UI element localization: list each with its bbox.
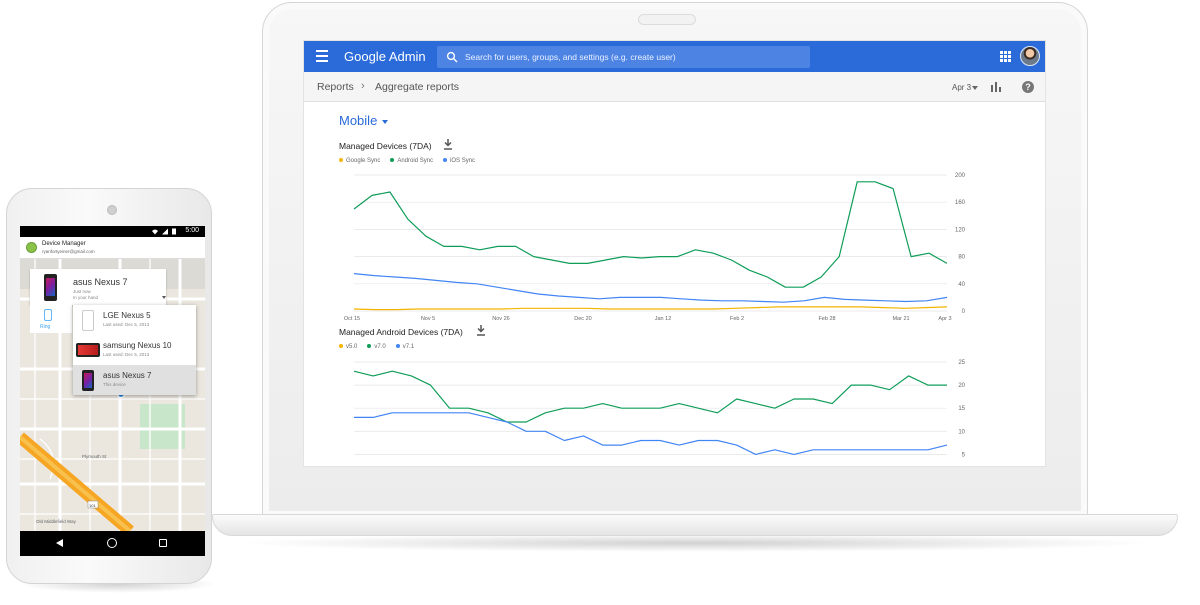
highway-shield: 101 — [89, 503, 96, 508]
device-thumbnail — [82, 370, 94, 391]
x-tick-label: Nov 26 — [492, 316, 509, 322]
device-menu-item-name: LGE Nexus 5 — [103, 311, 151, 320]
status-icons — [152, 228, 176, 235]
y-tick-label: 15 — [958, 406, 965, 412]
home-icon[interactable] — [107, 538, 117, 548]
charts-canvas: 0 40 80 120 160 200 Oct 15 Nov 5 Nov 26 Dec 20 Jan… — [344, 173, 966, 458]
y-tick-label: 5 — [962, 452, 966, 458]
device-menu-item-sub: Last used: Dec 5, 2013 — [103, 322, 150, 327]
map-label-plymouth: Plymouth St — [82, 454, 107, 459]
x-tick-label: Apr 3 — [938, 316, 951, 322]
y-tick-label: 120 — [955, 227, 966, 233]
android-nav-bar — [20, 531, 205, 556]
x-tick-label: Feb 28 — [818, 316, 835, 322]
selected-device-last-seen: Just now — [73, 289, 91, 294]
series-line-android-sync — [353, 181, 948, 288]
y-tick-label: 40 — [958, 282, 965, 288]
device-menu-item-samsung-nexus-10[interactable]: samsung Nexus 10 Last used: Dec 5, 2013 — [73, 335, 196, 365]
device-menu-item-sub: This device — [103, 382, 126, 387]
y-tick-label: 25 — [958, 360, 965, 366]
device-menu-item-sub: Last used: Dec 5, 2013 — [103, 352, 150, 357]
device-menu-item-name: asus Nexus 7 — [103, 371, 152, 380]
device-dropdown-menu: LGE Nexus 5 Last used: Dec 5, 2013 samsu… — [73, 305, 196, 395]
y-tick-label: 80 — [958, 255, 965, 261]
laptop-camera-notch — [638, 14, 696, 25]
series-line-ios-sync — [353, 273, 948, 303]
device-menu-item-asus-nexus-7[interactable]: asus Nexus 7 This device — [73, 365, 196, 395]
status-time: 5:00 — [185, 227, 199, 234]
app-title: Device Manager — [42, 241, 86, 247]
selected-device-location: In your hand — [73, 295, 99, 300]
x-tick-label: Nov 5 — [421, 316, 435, 322]
admin-console-screen: Google Admin Search for users, groups, a… — [303, 40, 1046, 467]
ring-button[interactable]: Ring — [30, 305, 72, 333]
account-email[interactable]: ryanfortyeiner@gmail.com — [42, 249, 95, 254]
device-menu-item-lge-nexus-5[interactable]: LGE Nexus 5 Last used: Dec 5, 2013 — [73, 305, 196, 335]
laptop-shadow — [232, 534, 1158, 552]
back-icon[interactable] — [56, 539, 63, 547]
x-tick-label: Jan 12 — [655, 316, 672, 322]
ring-phone-icon — [44, 309, 52, 321]
x-tick-label: Dec 20 — [574, 316, 591, 322]
series-line-google-sync — [353, 306, 948, 311]
x-tick-label: Oct 15 — [344, 316, 360, 322]
device-manager-header: Device Manager ryanfortyeiner@gmail.com — [20, 237, 205, 259]
recent-apps-icon[interactable] — [159, 539, 167, 547]
y-tick-label: 160 — [955, 200, 966, 206]
device-thumbnail — [44, 274, 57, 301]
device-menu-item-name: samsung Nexus 10 — [103, 341, 172, 350]
x-tick-label: Feb 2 — [730, 316, 744, 322]
device-manager-logo-icon — [26, 242, 37, 253]
device-dropdown-caret-icon[interactable] — [162, 296, 166, 299]
y-tick-label: 0 — [962, 309, 966, 315]
selected-device-card[interactable]: asus Nexus 7 Just now In your hand — [30, 269, 166, 305]
y-tick-label: 200 — [955, 173, 966, 179]
map-label-old-middlefield: Old Middlefield Way — [36, 519, 76, 524]
y-tick-label: 10 — [958, 429, 965, 435]
laptop-base — [212, 514, 1178, 536]
phone-screen: 5:00 Device Manager ryanfortyeiner@gmail… — [20, 226, 205, 556]
status-bar: 5:00 — [20, 226, 205, 237]
phone-camera — [107, 205, 117, 215]
selected-device-name: asus Nexus 7 — [73, 277, 128, 287]
series-line-v7-0 — [353, 370, 947, 423]
device-thumbnail — [76, 343, 100, 357]
series-line-v7-1 — [354, 412, 948, 455]
device-thumbnail — [82, 310, 94, 331]
y-tick-label: 20 — [958, 383, 965, 389]
ring-label: Ring — [40, 324, 51, 330]
x-tick-label: Mar 21 — [892, 316, 909, 322]
